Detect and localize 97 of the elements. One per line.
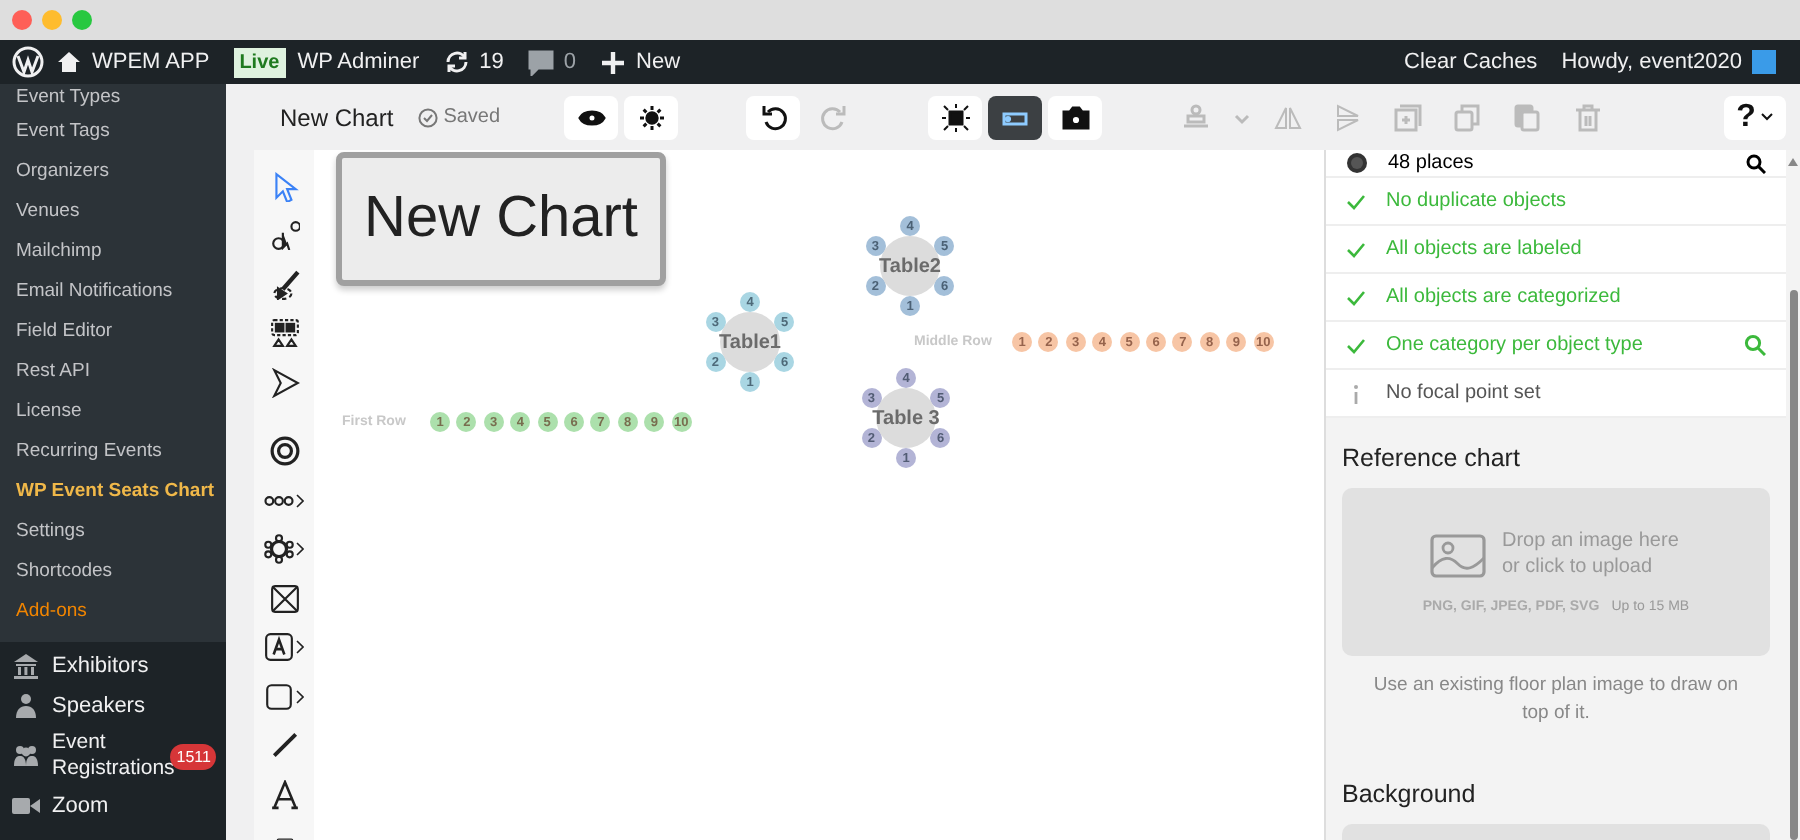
chevron-icon[interactable] <box>296 640 304 655</box>
video-icon[interactable] <box>12 792 40 820</box>
eye-button[interactable] <box>564 95 619 139</box>
sidebar-item[interactable]: WP Event Seats Chart <box>0 472 226 512</box>
chart-title: New Chart <box>280 103 394 131</box>
menu-item[interactable]: Exhibitors <box>52 654 149 678</box>
sun-button[interactable] <box>624 95 679 139</box>
menu-item[interactable]: Event Registrations <box>52 730 175 782</box>
comment-count[interactable]: 0 <box>563 50 577 74</box>
tag-button[interactable] <box>988 95 1043 139</box>
clear-caches-link[interactable]: Clear Caches <box>1404 50 1538 74</box>
caret-icon <box>1759 112 1774 122</box>
check-icon <box>1346 335 1366 355</box>
sidebar-item[interactable]: Add-ons <box>0 592 226 632</box>
scroll-up-icon[interactable] <box>1788 158 1798 166</box>
admin-link[interactable]: WP Adminer <box>297 50 420 74</box>
sidebar-item[interactable]: Rest API <box>0 352 226 392</box>
check-icon <box>1346 239 1366 259</box>
help-button[interactable]: ? <box>1724 95 1786 139</box>
focus-button[interactable] <box>928 95 983 139</box>
greeting-link[interactable]: Howdy, event2020 <box>1561 50 1742 74</box>
menu-item[interactable]: Speakers <box>52 694 145 718</box>
wordpress-logo-icon[interactable] <box>12 46 44 78</box>
group-icon[interactable] <box>12 742 40 770</box>
sync-icon[interactable] <box>443 49 470 75</box>
camera-button[interactable] <box>1048 95 1103 139</box>
site-name[interactable]: WPEM APP <box>92 50 210 74</box>
circle-icon <box>1346 152 1368 174</box>
align-icon <box>1182 103 1211 131</box>
sidebar-item[interactable]: Organizers <box>0 152 226 192</box>
sidebar-item[interactable]: Venues <box>0 192 226 232</box>
paste-icon <box>1514 103 1543 131</box>
sidebar-item[interactable]: Shortcodes <box>0 552 226 592</box>
brush-icon[interactable] <box>269 269 299 300</box>
trash-icon <box>1574 103 1603 131</box>
copy-icon <box>1454 103 1483 131</box>
update-count[interactable]: 19 <box>479 50 504 74</box>
section-heading: Reference chart <box>1342 444 1522 472</box>
count-badge: 1511 <box>170 743 217 769</box>
check-result: No duplicate objects <box>1386 190 1569 212</box>
undo-button[interactable] <box>746 95 801 139</box>
check-icon <box>1346 191 1366 211</box>
search-icon[interactable] <box>1746 153 1766 173</box>
table[interactable]: Table1 <box>720 312 780 372</box>
sidebar-item[interactable]: Email Notifications <box>0 272 226 312</box>
check-result: All objects are categorized <box>1386 286 1623 308</box>
camera-icon <box>1061 103 1090 131</box>
seats-icon[interactable] <box>269 318 299 349</box>
line-icon[interactable] <box>269 730 299 761</box>
bank-icon[interactable] <box>12 652 40 680</box>
sidebar-item[interactable]: Mailchimp <box>0 232 226 272</box>
sidebar-item[interactable]: Recurring Events <box>0 432 226 472</box>
help-text: Use an existing floor plan image to draw on top of it. <box>1371 672 1741 729</box>
undo-icon <box>759 103 788 131</box>
save-status: Saved <box>443 106 501 128</box>
person-icon[interactable] <box>12 692 40 720</box>
check-result: One category per object type <box>1386 334 1645 356</box>
sidebar-item[interactable]: Event Tags <box>0 112 226 152</box>
ring-icon[interactable] <box>269 436 299 467</box>
node-select-icon[interactable] <box>269 220 299 251</box>
chevron-icon[interactable] <box>296 542 304 557</box>
new-link[interactable]: New <box>636 50 681 74</box>
live-badge: Live <box>233 47 286 77</box>
redo-icon <box>819 103 848 131</box>
plus-icon[interactable] <box>600 49 627 75</box>
pointer-icon[interactable] <box>269 171 299 202</box>
triangle-pointer-icon[interactable] <box>269 367 299 398</box>
flip-icon <box>1334 103 1363 131</box>
table[interactable]: Table2 <box>880 236 940 296</box>
section-heading: Background <box>1342 779 1478 807</box>
check-circle-icon <box>417 107 438 127</box>
comment-icon[interactable] <box>527 49 554 75</box>
check-result: No focal point set <box>1386 382 1543 404</box>
image-box-icon[interactable] <box>269 583 299 614</box>
sidebar-item[interactable]: Field Editor <box>0 312 226 352</box>
menu-item[interactable]: Zoom <box>52 794 109 818</box>
chevron-icon[interactable] <box>296 689 304 704</box>
places-count: 48 places <box>1388 152 1476 174</box>
square-icon[interactable] <box>264 681 294 712</box>
chevron-icon[interactable] <box>296 493 304 508</box>
sidebar-item[interactable]: License <box>0 392 226 432</box>
home-icon[interactable] <box>56 50 82 74</box>
image-icon <box>1430 533 1486 577</box>
label-icon[interactable] <box>264 632 294 663</box>
sidebar-item[interactable]: Settings <box>0 512 226 552</box>
check-icon <box>1346 287 1366 307</box>
flip-icon <box>1274 103 1303 131</box>
sidebar-item[interactable]: Event Types <box>0 84 226 112</box>
focus-icon <box>941 103 970 131</box>
check-result: All objects are labeled <box>1386 238 1584 260</box>
round-table-icon[interactable] <box>264 534 294 565</box>
text-tool-icon[interactable] <box>269 779 299 810</box>
table[interactable]: Table 3 <box>876 388 936 448</box>
tooltip: New Chart <box>336 152 666 286</box>
add-layer-icon <box>1394 103 1423 131</box>
upload-prompt: Drop an image here or click to upload <box>1502 530 1681 580</box>
sun-icon <box>637 103 666 131</box>
